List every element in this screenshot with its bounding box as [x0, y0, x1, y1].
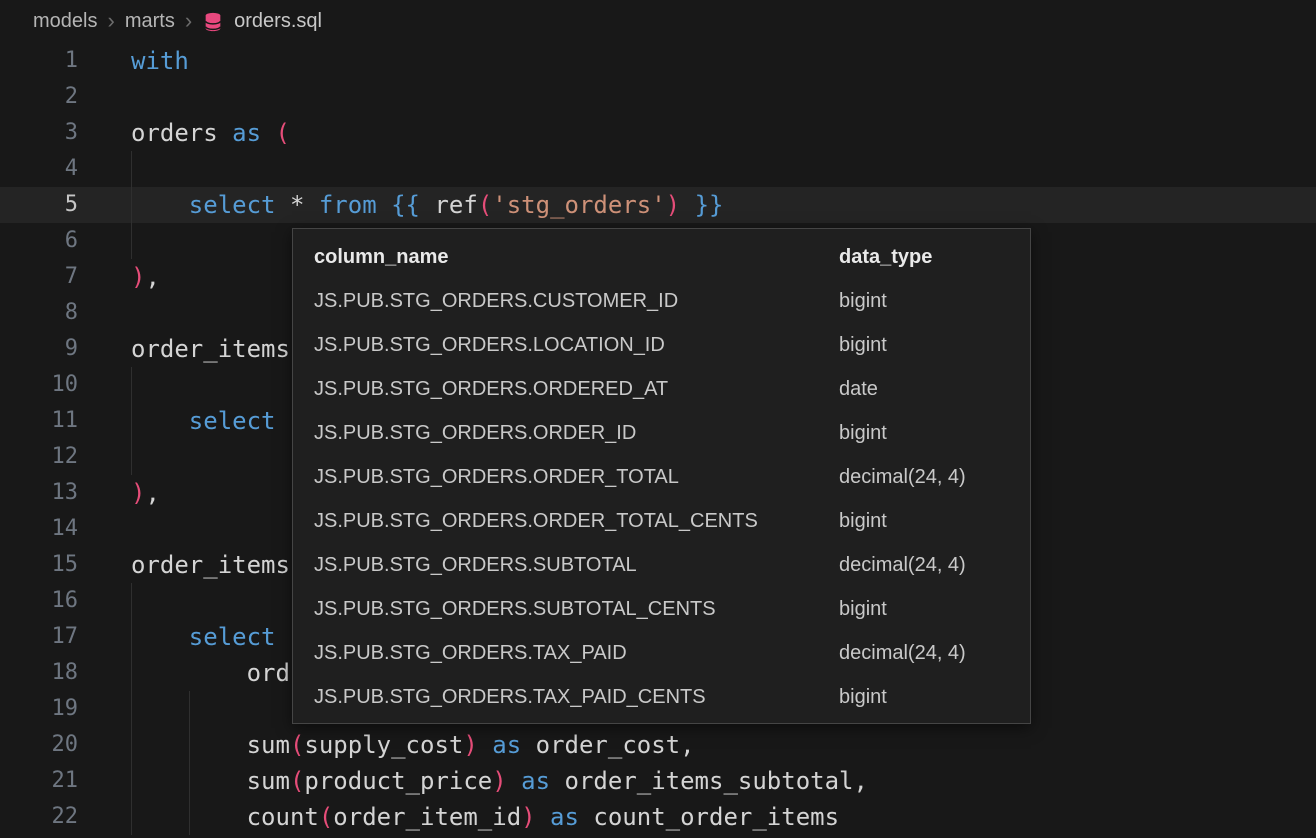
- chevron-right-icon: ›: [185, 10, 192, 32]
- code-line[interactable]: 5 select * from {{ ref('stg_orders') }}: [0, 187, 1316, 223]
- breadcrumb-item-models[interactable]: models: [33, 10, 97, 33]
- code-line-text: sum(supply_cost) as order_cost,: [131, 727, 695, 763]
- line-number[interactable]: 13: [0, 475, 78, 511]
- popup-rows: JS.PUB.STG_ORDERS.CUSTOMER_IDbigintJS.PU…: [293, 279, 1030, 719]
- code-line[interactable]: 1 with: [0, 43, 1316, 79]
- popup-col-header-column-name: column_name: [314, 246, 839, 269]
- indent-guide: [131, 439, 132, 475]
- code-line-text: ),: [131, 475, 160, 511]
- data-type-cell: bigint: [839, 686, 1030, 709]
- line-number[interactable]: 19: [0, 691, 78, 727]
- table-row: JS.PUB.STG_ORDERS.ORDERED_ATdate: [293, 367, 1030, 411]
- table-row: JS.PUB.STG_ORDERS.TAX_PAIDdecimal(24, 4): [293, 631, 1030, 675]
- data-type-cell: bigint: [839, 334, 1030, 357]
- data-type-cell: date: [839, 378, 1030, 401]
- line-number[interactable]: 22: [0, 799, 78, 835]
- code-line[interactable]: 20 sum(supply_cost) as order_cost,: [0, 727, 1316, 763]
- column-name-cell: JS.PUB.STG_ORDERS.SUBTOTAL: [314, 554, 839, 577]
- line-number[interactable]: 17: [0, 619, 78, 655]
- code-line-text: count(order_item_id) as count_order_item…: [131, 799, 839, 835]
- database-icon: [202, 11, 224, 33]
- column-name-cell: JS.PUB.STG_ORDERS.TAX_PAID_CENTS: [314, 686, 839, 709]
- chevron-right-icon: ›: [107, 10, 114, 32]
- line-number[interactable]: 2: [0, 79, 78, 115]
- code-line-text: with: [131, 43, 189, 79]
- table-row: JS.PUB.STG_ORDERS.LOCATION_IDbigint: [293, 323, 1030, 367]
- popup-header-row: column_name data_type: [293, 235, 1030, 279]
- column-name-cell: JS.PUB.STG_ORDERS.ORDER_TOTAL: [314, 466, 839, 489]
- column-name-cell: JS.PUB.STG_ORDERS.ORDERED_AT: [314, 378, 839, 401]
- code-line[interactable]: 4: [0, 151, 1316, 187]
- indent-guide: [131, 223, 132, 259]
- data-type-cell: bigint: [839, 598, 1030, 621]
- code-line-text: order_items: [131, 331, 290, 367]
- line-number[interactable]: 20: [0, 727, 78, 763]
- line-number[interactable]: 3: [0, 115, 78, 151]
- table-row: JS.PUB.STG_ORDERS.SUBTOTALdecimal(24, 4): [293, 543, 1030, 587]
- table-row: JS.PUB.STG_ORDERS.TAX_PAID_CENTSbigint: [293, 675, 1030, 719]
- code-line-text: select: [131, 619, 276, 655]
- line-number[interactable]: 9: [0, 331, 78, 367]
- table-row: JS.PUB.STG_ORDERS.CUSTOMER_IDbigint: [293, 279, 1030, 323]
- line-number[interactable]: 4: [0, 151, 78, 187]
- data-type-cell: decimal(24, 4): [839, 642, 1030, 665]
- line-number[interactable]: 18: [0, 655, 78, 691]
- indent-guide: [131, 583, 132, 619]
- indent-guide: [131, 691, 132, 727]
- line-number[interactable]: 21: [0, 763, 78, 799]
- line-number[interactable]: 10: [0, 367, 78, 403]
- column-name-cell: JS.PUB.STG_ORDERS.TAX_PAID: [314, 642, 839, 665]
- indent-guide: [131, 367, 132, 403]
- code-line-text: ),: [131, 259, 160, 295]
- table-row: JS.PUB.STG_ORDERS.SUBTOTAL_CENTSbigint: [293, 587, 1030, 631]
- hover-popup: column_name data_type JS.PUB.STG_ORDERS.…: [292, 228, 1031, 724]
- table-row: JS.PUB.STG_ORDERS.ORDER_IDbigint: [293, 411, 1030, 455]
- breadcrumb-item-marts[interactable]: marts: [125, 10, 175, 33]
- code-line-text: select: [131, 403, 276, 439]
- data-type-cell: bigint: [839, 510, 1030, 533]
- data-type-cell: bigint: [839, 422, 1030, 445]
- column-name-cell: JS.PUB.STG_ORDERS.SUBTOTAL_CENTS: [314, 598, 839, 621]
- indent-guide: [189, 691, 190, 727]
- code-line-text: order_items: [131, 547, 290, 583]
- column-name-cell: JS.PUB.STG_ORDERS.LOCATION_ID: [314, 334, 839, 357]
- line-number[interactable]: 11: [0, 403, 78, 439]
- code-line-text: ord: [131, 655, 290, 691]
- line-number[interactable]: 6: [0, 223, 78, 259]
- code-line-text: select * from {{ ref('stg_orders') }}: [131, 187, 723, 223]
- line-number[interactable]: 14: [0, 511, 78, 547]
- code-line[interactable]: 21 sum(product_price) as order_items_sub…: [0, 763, 1316, 799]
- data-type-cell: bigint: [839, 290, 1030, 313]
- data-type-cell: decimal(24, 4): [839, 466, 1030, 489]
- line-number[interactable]: 8: [0, 295, 78, 331]
- table-row: JS.PUB.STG_ORDERS.ORDER_TOTALdecimal(24,…: [293, 455, 1030, 499]
- line-number[interactable]: 7: [0, 259, 78, 295]
- code-line[interactable]: 2: [0, 79, 1316, 115]
- line-number[interactable]: 1: [0, 43, 78, 79]
- column-name-cell: JS.PUB.STG_ORDERS.ORDER_ID: [314, 422, 839, 445]
- line-number[interactable]: 16: [0, 583, 78, 619]
- table-row: JS.PUB.STG_ORDERS.ORDER_TOTAL_CENTSbigin…: [293, 499, 1030, 543]
- data-type-cell: decimal(24, 4): [839, 554, 1030, 577]
- column-name-cell: JS.PUB.STG_ORDERS.ORDER_TOTAL_CENTS: [314, 510, 839, 533]
- code-line[interactable]: 22 count(order_item_id) as count_order_i…: [0, 799, 1316, 835]
- indent-guide: [131, 151, 132, 187]
- code-line-text: sum(product_price) as order_items_subtot…: [131, 763, 868, 799]
- line-number[interactable]: 5: [0, 187, 78, 223]
- breadcrumb-item-file[interactable]: orders.sql: [234, 10, 322, 33]
- code-line-text: orders as (: [131, 115, 290, 151]
- column-name-cell: JS.PUB.STG_ORDERS.CUSTOMER_ID: [314, 290, 839, 313]
- code-line[interactable]: 3 orders as (: [0, 115, 1316, 151]
- line-number[interactable]: 15: [0, 547, 78, 583]
- line-number[interactable]: 12: [0, 439, 78, 475]
- popup-col-header-data-type: data_type: [839, 246, 1030, 269]
- breadcrumb: models › marts › orders.sql: [0, 0, 1316, 43]
